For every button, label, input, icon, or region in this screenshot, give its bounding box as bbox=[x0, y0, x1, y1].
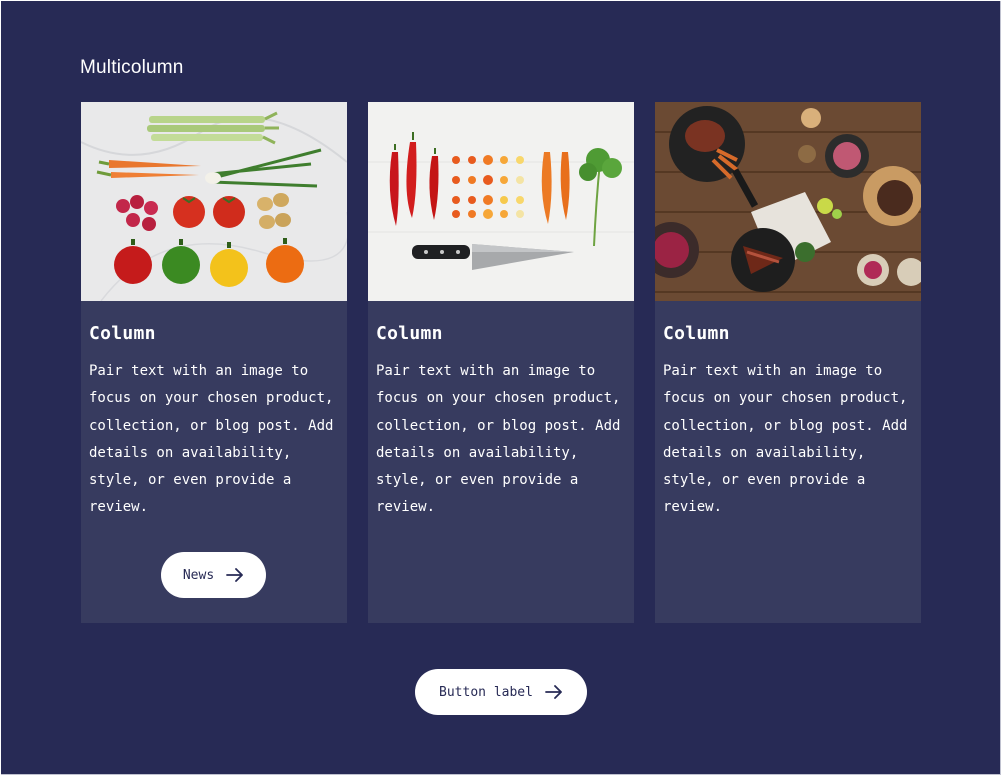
news-button[interactable]: News bbox=[161, 552, 266, 598]
peppers-and-knife-photo bbox=[368, 102, 634, 301]
news-button-label: News bbox=[182, 567, 215, 583]
multicolumn-section: Multicolumn Column Pair text with an ima… bbox=[1, 1, 1001, 775]
arrow-right-icon bbox=[545, 685, 563, 699]
vegetables-photo bbox=[81, 102, 347, 301]
column-text: Pair text with an image to focus on your… bbox=[376, 363, 621, 516]
column-heading: Column bbox=[89, 323, 156, 344]
column-card-3: Column Pair text with an image to focus … bbox=[655, 102, 921, 623]
table-feast-photo bbox=[655, 102, 921, 301]
section-title: Multicolumn bbox=[80, 57, 184, 78]
arrow-right-icon bbox=[226, 568, 244, 582]
column-heading: Column bbox=[663, 323, 730, 344]
column-text: Pair text with an image to focus on your… bbox=[663, 363, 908, 516]
column-card-2: Column Pair text with an image to focus … bbox=[368, 102, 634, 623]
section-button-label: Button label bbox=[439, 684, 533, 700]
column-text: Pair text with an image to focus on your… bbox=[89, 363, 334, 516]
section-button[interactable]: Button label bbox=[415, 669, 587, 715]
columns-grid: Column Pair text with an image to focus … bbox=[81, 102, 922, 623]
column-heading: Column bbox=[376, 323, 443, 344]
column-card-1: Column Pair text with an image to focus … bbox=[81, 102, 347, 623]
